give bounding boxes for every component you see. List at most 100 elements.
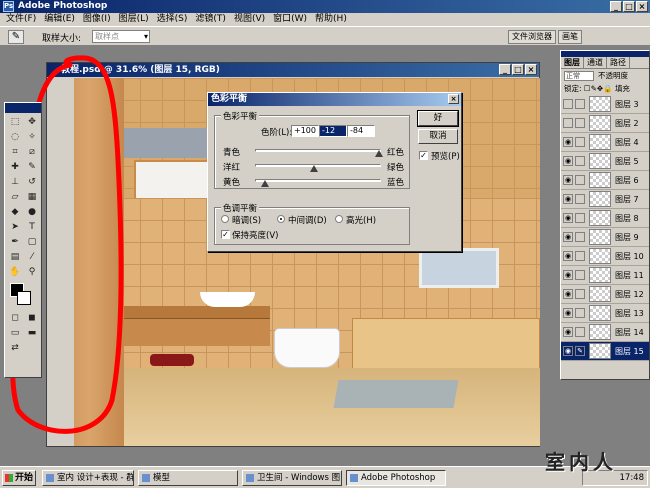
healing-icon[interactable]: ✚ [7, 160, 23, 174]
menu-select[interactable]: 选择(S) [153, 13, 192, 26]
cancel-button[interactable]: 取消 [418, 129, 458, 144]
crop-icon[interactable]: ⌗ [7, 145, 23, 159]
fullscreen-mode-icon[interactable]: ▬ [24, 326, 40, 340]
visibility-eye-icon[interactable]: ◉ [563, 346, 573, 356]
background-color[interactable] [17, 291, 31, 305]
preserve-luminosity-checkbox[interactable]: ✓ [221, 230, 230, 239]
eraser-icon[interactable]: ▱ [7, 190, 23, 204]
slider-yellow-blue-thumb[interactable] [261, 180, 269, 187]
tab-paths[interactable]: 路径 [607, 57, 630, 68]
layer-row[interactable]: ◉ 图层 8 [561, 209, 649, 228]
shape-icon[interactable]: ▢ [24, 235, 40, 249]
lock-icons[interactable]: ☐✎✥🔒 [584, 84, 615, 93]
layer-row[interactable]: ◉ 图层 6 [561, 171, 649, 190]
taskbar-bathroom[interactable]: 卫生间 - Windows 图... [242, 470, 342, 486]
tab-layers[interactable]: 图层 [561, 57, 584, 68]
menu-image[interactable]: 图像(I) [79, 13, 115, 26]
slice-icon[interactable]: ⧄ [24, 145, 40, 159]
maximize-button[interactable]: □ [623, 1, 635, 12]
menu-file[interactable]: 文件(F) [2, 13, 40, 26]
file-browser-tab[interactable]: 文件浏览器 [508, 30, 556, 44]
type-icon[interactable]: T [24, 220, 40, 234]
doc-maximize-button[interactable]: □ [512, 64, 524, 75]
layer-row[interactable]: ◉ 图层 5 [561, 152, 649, 171]
visibility-eye-icon[interactable]: ◉ [563, 270, 573, 280]
visibility-eye-icon[interactable]: ◉ [563, 175, 573, 185]
move-icon[interactable]: ✥ [24, 115, 40, 129]
layer-row[interactable]: ◉ 图层 9 [561, 228, 649, 247]
visibility-eye-icon[interactable]: ◉ [563, 137, 573, 147]
standard-mode-icon[interactable]: ◻ [7, 311, 23, 325]
path-select-icon[interactable]: ➤ [7, 220, 23, 234]
eyedropper-icon[interactable]: ✎ [8, 30, 24, 44]
visibility-eye-icon[interactable]: ◉ [563, 213, 573, 223]
lasso-icon[interactable]: ◌ [7, 130, 23, 144]
level-cyan-red-input[interactable]: +100 [291, 125, 319, 137]
layer-row[interactable]: ◉ 图层 11 [561, 266, 649, 285]
hand-icon[interactable]: ✋ [7, 265, 23, 279]
menu-help[interactable]: 帮助(H) [311, 13, 351, 26]
menu-view[interactable]: 视图(V) [230, 13, 269, 26]
layer-row[interactable]: ◉ 图层 7 [561, 190, 649, 209]
visibility-eye-icon[interactable]: ◉ [563, 156, 573, 166]
minimize-button[interactable]: _ [610, 1, 622, 12]
doc-close-button[interactable]: × [525, 64, 537, 75]
highlights-radio[interactable] [335, 215, 343, 223]
dodge-icon[interactable]: ● [24, 205, 40, 219]
blur-icon[interactable]: ◆ [7, 205, 23, 219]
marquee-icon[interactable]: ⬚ [7, 115, 23, 129]
layer-row[interactable]: ◉ 图层 14 [561, 323, 649, 342]
eyedropper-tool-icon[interactable]: ⁄ [24, 250, 40, 264]
brush-icon[interactable]: ✎ [24, 160, 40, 174]
visibility-eye-icon[interactable]: ◉ [563, 232, 573, 242]
menu-window[interactable]: 窗口(W) [269, 13, 311, 26]
ok-button[interactable]: 好 [417, 110, 459, 127]
pen-icon[interactable]: ✒ [7, 235, 23, 249]
menu-filter[interactable]: 滤镜(T) [191, 13, 230, 26]
layer-row[interactable]: 图层 3 [561, 95, 649, 114]
visibility-eye-icon[interactable] [563, 118, 573, 128]
gradient-icon[interactable]: ▦ [24, 190, 40, 204]
visibility-eye-icon[interactable]: ◉ [563, 251, 573, 261]
preview-checkbox[interactable]: ✓ [419, 151, 428, 160]
start-button[interactable]: 开始 [2, 470, 36, 486]
close-button[interactable]: × [636, 1, 648, 12]
level-yellow-blue-input[interactable]: -84 [347, 125, 375, 137]
midtones-radio[interactable] [277, 215, 285, 223]
imageready-icon[interactable]: ⇄ [7, 341, 23, 355]
taskbar-chat[interactable]: 室内 设计+表现 - 群 [42, 470, 134, 486]
doc-minimize-button[interactable]: _ [499, 64, 511, 75]
notes-icon[interactable]: ▤ [7, 250, 23, 264]
blend-mode-select[interactable]: 正常 [564, 71, 594, 81]
history-brush-icon[interactable]: ↺ [24, 175, 40, 189]
visibility-eye-icon[interactable]: ◉ [563, 308, 573, 318]
layer-row[interactable]: ◉ 图层 10 [561, 247, 649, 266]
slider-cyan-red-track[interactable] [255, 149, 381, 152]
slider-cyan-red-thumb[interactable] [375, 150, 383, 157]
zoom-icon[interactable]: ⚲ [24, 265, 40, 279]
visibility-eye-icon[interactable]: ◉ [563, 194, 573, 204]
slider-magenta-green-thumb[interactable] [310, 165, 318, 172]
layer-row[interactable]: ◉ 图层 13 [561, 304, 649, 323]
menu-edit[interactable]: 编辑(E) [40, 13, 79, 26]
taskbar-photoshop[interactable]: Adobe Photoshop [346, 470, 446, 486]
taskbar-models[interactable]: 模型 [138, 470, 238, 486]
slider-magenta-green-track[interactable] [255, 164, 381, 167]
layer-row[interactable]: ◉ ✎ 图层 15 [561, 342, 649, 361]
visibility-eye-icon[interactable]: ◉ [563, 327, 573, 337]
sample-size-select[interactable]: 取样点 [92, 30, 150, 43]
screen-mode-icon[interactable]: ▭ [7, 326, 23, 340]
layer-row[interactable]: ◉ 图层 12 [561, 285, 649, 304]
quickmask-mode-icon[interactable]: ◼ [24, 311, 40, 325]
tab-channels[interactable]: 通道 [584, 57, 607, 68]
shadows-radio[interactable] [221, 215, 229, 223]
level-magenta-green-input[interactable]: -12 [319, 125, 347, 137]
brushes-tab[interactable]: 画笔 [558, 30, 582, 44]
dialog-close-button[interactable]: × [448, 94, 459, 104]
layer-row[interactable]: ◉ 图层 4 [561, 133, 649, 152]
menu-layer[interactable]: 图层(L) [115, 13, 153, 26]
slider-yellow-blue-track[interactable] [255, 179, 381, 182]
visibility-eye-icon[interactable]: ◉ [563, 289, 573, 299]
layer-row[interactable]: 图层 2 [561, 114, 649, 133]
stamp-icon[interactable]: ⊥ [7, 175, 23, 189]
